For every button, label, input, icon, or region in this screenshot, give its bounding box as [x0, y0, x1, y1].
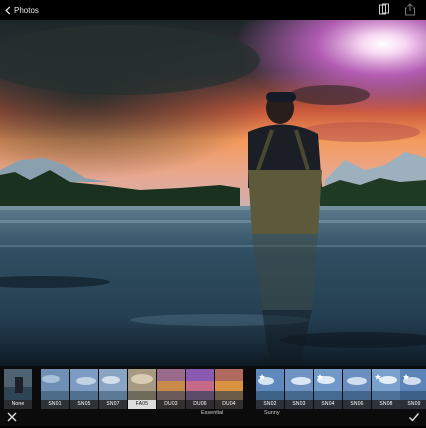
filter-bar: None SN01 SN05 SN07 FA05 DU03 DU06 DU04 … — [0, 366, 426, 426]
filter-label: None — [4, 400, 32, 409]
chevron-left-icon — [5, 5, 11, 15]
filter-label: SN01 — [41, 400, 69, 409]
filter-label: FA05 — [128, 400, 156, 409]
filter-du03[interactable]: DU03 — [157, 369, 185, 409]
cancel-button[interactable] — [6, 410, 18, 422]
filter-sn02[interactable]: SN02 — [256, 369, 284, 409]
filter-label: DU06 — [186, 400, 214, 409]
essential-group-label: Essential — [201, 410, 224, 416]
filter-label: DU04 — [215, 400, 243, 409]
photo-preview[interactable] — [0, 20, 426, 366]
top-bar: Photos — [0, 0, 426, 20]
filter-label: SN02 — [256, 400, 284, 409]
checkmark-icon — [409, 413, 420, 422]
share-icon[interactable] — [404, 3, 416, 16]
back-label: Photos — [14, 5, 39, 15]
filter-sn09[interactable]: SN09 — [400, 369, 426, 409]
filter-label: SN09 — [400, 400, 426, 409]
filter-label: DU03 — [157, 400, 185, 409]
filter-label: SN05 — [70, 400, 98, 409]
filter-label: SN07 — [99, 400, 127, 409]
filter-sn06[interactable]: SN06 — [343, 369, 371, 409]
filter-none[interactable]: None — [4, 369, 32, 409]
filter-label: SN06 — [343, 400, 371, 409]
filter-du04[interactable]: DU04 — [215, 369, 243, 409]
filter-sn03[interactable]: SN03 — [285, 369, 313, 409]
compare-icon[interactable] — [378, 3, 390, 16]
filter-sn04[interactable]: SN04 — [314, 369, 342, 409]
close-icon — [7, 412, 17, 422]
filter-sn07[interactable]: SN07 — [99, 369, 127, 409]
filter-label: SN04 — [314, 400, 342, 409]
filter-sn05[interactable]: SN05 — [70, 369, 98, 409]
filter-label: SN08 — [372, 400, 400, 409]
filter-du06[interactable]: DU06 — [186, 369, 214, 409]
filter-sn08[interactable]: SN08 — [372, 369, 400, 409]
filter-label: SN03 — [285, 400, 313, 409]
filter-fa05[interactable]: FA05 — [128, 369, 156, 409]
back-button[interactable]: Photos — [4, 3, 39, 17]
done-button[interactable] — [408, 410, 420, 422]
filter-sn01[interactable]: SN01 — [41, 369, 69, 409]
sunny-group-label: Sunny — [264, 410, 280, 416]
